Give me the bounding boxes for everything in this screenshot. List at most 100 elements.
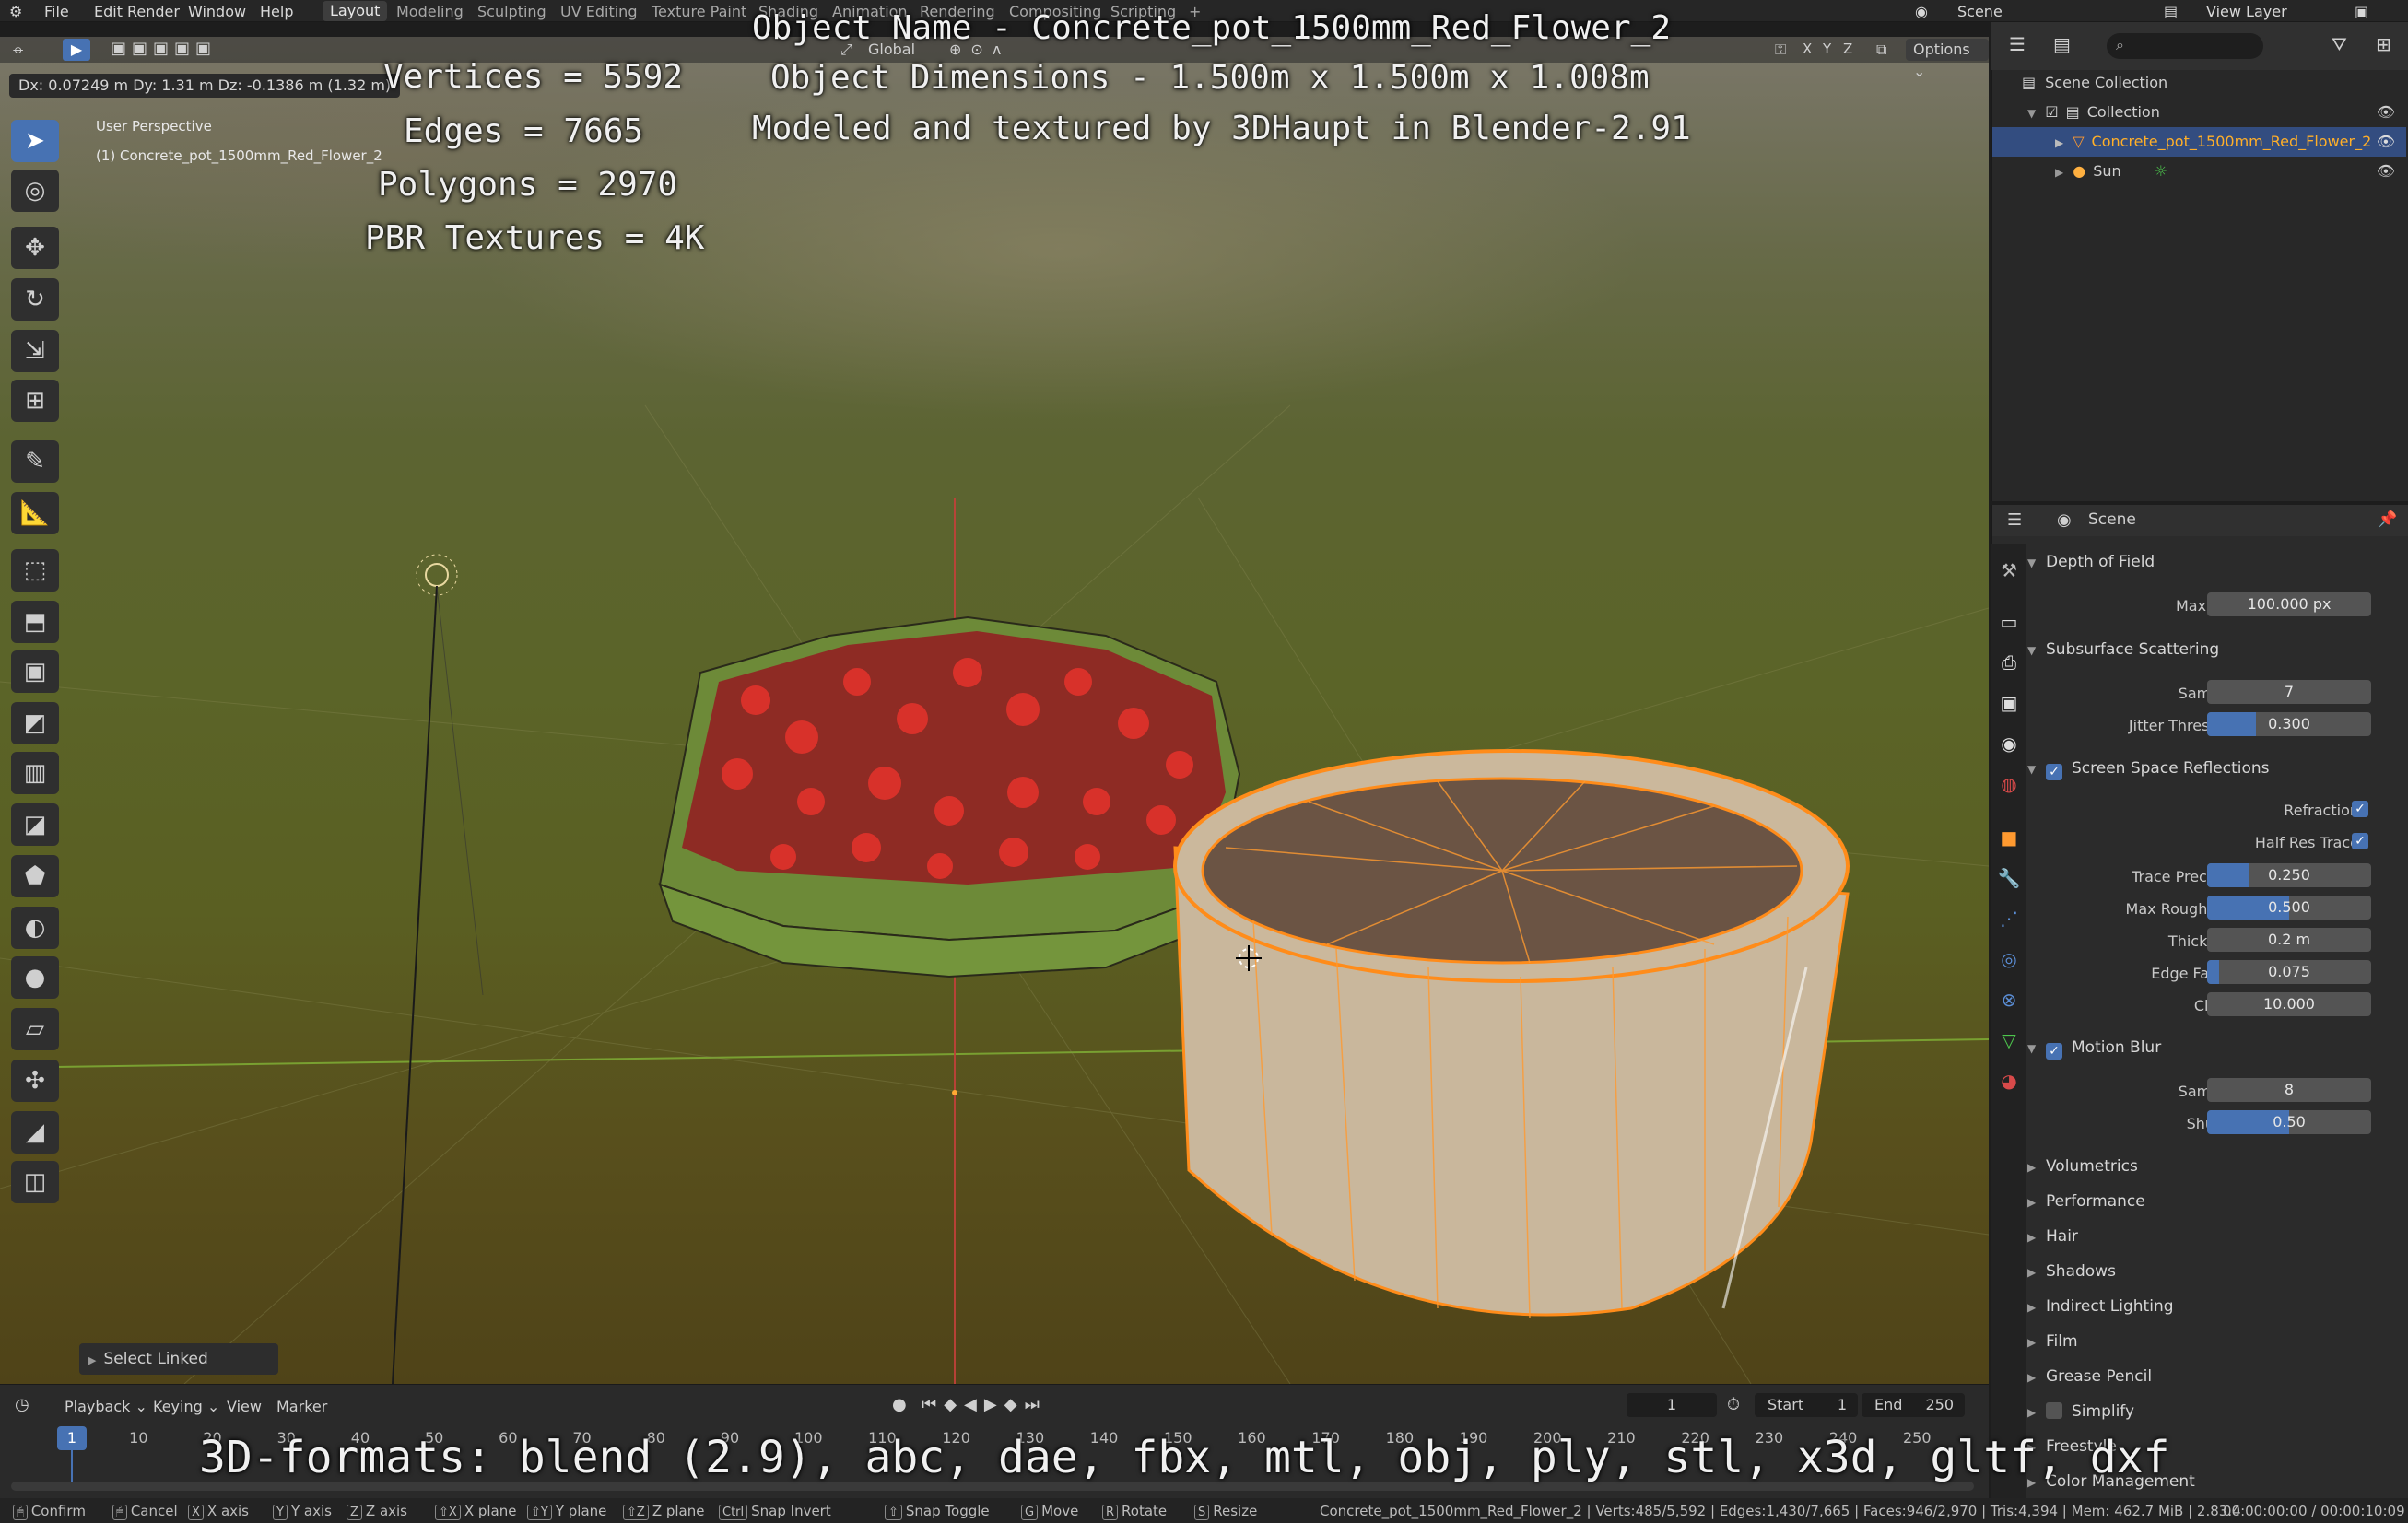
render-tab-icon[interactable]: ▭ [1997,610,2021,634]
menu-window[interactable]: Window [188,3,246,20]
view-layer-selector[interactable]: View Layer [2206,3,2287,20]
mirror-axis-x[interactable]: X [1803,41,1812,57]
loop-cut-tool-icon[interactable]: ▥ [11,752,59,794]
tool-tab-icon[interactable]: ⚒ [1997,558,2021,582]
section-motion-blur[interactable]: ▼ ✓ Motion Blur [2027,1032,2405,1063]
scene-icon[interactable]: ◉ [1915,3,1928,20]
motion-blur-checkbox[interactable]: ✓ [2046,1043,2062,1060]
timeline-editor-icon[interactable]: ◷ [15,1395,29,1414]
outliner-item-sun[interactable]: ▶ ● Sun ☼ 👁 [1992,157,2406,186]
outliner-search-input[interactable]: ⌕ [2107,33,2263,59]
ssr-enable-checkbox[interactable]: ✓ [2046,764,2062,780]
material-tab-icon[interactable]: ◕ [1997,1069,2021,1093]
section-depth-of-field[interactable]: ▼ Depth of Field [2027,546,2405,578]
gizmo-icon[interactable]: ⚿ [1775,41,1786,59]
constraints-tab-icon[interactable]: ⊗ [1997,988,2021,1012]
max-size-field[interactable]: 100.000 px [2207,592,2371,616]
select-box-icon[interactable]: ▶ [63,39,90,61]
outliner-item-scene-collection[interactable]: ▤ Scene Collection [1992,68,2406,98]
scene-selector[interactable]: Scene [1957,3,2003,20]
mirror-axis-z[interactable]: Z [1843,41,1852,57]
section-indirect-lighting[interactable]: ▶ Indirect Lighting [2027,1291,2405,1322]
mirror-axis-y[interactable]: Y [1823,41,1831,57]
section-volumetrics[interactable]: ▶ Volumetrics [2027,1151,2405,1182]
outliner-editor-icon[interactable]: ☰ [2009,33,2026,55]
shrink-fatten-tool-icon[interactable]: ✣ [11,1060,59,1102]
menu-edit[interactable]: Edit [94,3,123,20]
blender-logo-icon[interactable]: ⚙ [9,3,22,20]
tab-modeling[interactable]: Modeling [396,3,464,20]
section-subsurface-scattering[interactable]: ▼ Subsurface Scattering [2027,634,2405,665]
section-shadows[interactable]: ▶ Shadows [2027,1256,2405,1287]
section-film[interactable]: ▶ Film [2027,1326,2405,1357]
clamp-field[interactable]: 10.000 [2207,992,2371,1016]
scene-tab-icon[interactable]: ◉ [1997,732,2021,756]
view-layer-tab-icon[interactable]: ▣ [1997,691,2021,715]
cursor-tool-icon[interactable]: ◎ [11,170,59,212]
bevel-tool-icon[interactable]: ◩ [11,702,59,744]
editor-type-icon[interactable]: ⌖ [13,39,23,61]
transform-tool-icon[interactable]: ⊞ [11,380,59,422]
menu-marker[interactable]: Marker [276,1398,327,1415]
display-mode-icon[interactable]: ▤ [2053,33,2071,55]
measure-tool-icon[interactable]: 📐 [11,492,59,534]
tab-texture-paint[interactable]: Texture Paint [652,3,746,20]
rip-tool-icon[interactable]: ◫ [11,1161,59,1203]
smooth-tool-icon[interactable]: ● [11,956,59,999]
object-tab-icon[interactable]: ■ [1997,826,2021,849]
simplify-checkbox[interactable] [2046,1402,2062,1419]
outliner-item-collection[interactable]: ▼ ☑ ▤ Collection 👁 [1992,98,2406,127]
particles-tab-icon[interactable]: ⋰ [1997,907,2021,931]
half-res-trace-checkbox[interactable]: ✓ [2352,833,2368,849]
rotate-tool-icon[interactable]: ↻ [11,278,59,321]
section-grease-pencil[interactable]: ▶ Grease Pencil [2027,1361,2405,1392]
shutter-slider[interactable]: 0.50 [2207,1110,2371,1134]
properties-editor-icon[interactable]: ☰ [2007,510,2022,530]
view-layer-add-icon[interactable]: ▣ [2355,3,2368,20]
menu-file[interactable]: File [44,3,69,20]
refraction-checkbox[interactable]: ✓ [2352,801,2368,817]
3d-viewport[interactable] [0,37,1989,1384]
view-layer-icon[interactable]: ▤ [2164,3,2178,20]
filter-icon[interactable]: ⛛ [2332,33,2347,55]
select-tool-icon[interactable]: ➤ [11,120,59,162]
preview-range-icon[interactable]: ⏱ [1727,1395,1740,1414]
last-operator-panel[interactable]: ▶ Select Linked [79,1343,278,1375]
selection-mode-icons[interactable]: ▣▣▣▣▣ [111,39,217,58]
thickness-field[interactable]: 0.2 m [2207,928,2371,952]
poly-build-tool-icon[interactable]: ⬟ [11,855,59,897]
tab-uv-editing[interactable]: UV Editing [560,3,637,20]
menu-render[interactable]: Render [127,3,180,20]
outliner-item-pot[interactable]: ▶ ▽ Concrete_pot_1500mm_Red_Flower_2 👁 [1992,127,2406,157]
tab-layout[interactable]: Layout [323,1,388,21]
section-performance[interactable]: ▶ Performance [2027,1186,2405,1217]
auto-merge-icon[interactable]: ⧉ [1876,41,1886,59]
playback-controls[interactable]: ⏮◆◀▶◆⏭ [922,1395,1047,1414]
data-tab-icon[interactable]: ▽ [1997,1028,2021,1052]
jitter-threshold-slider[interactable]: 0.300 [2207,712,2371,736]
section-hair[interactable]: ▶ Hair [2027,1221,2405,1252]
edge-slide-tool-icon[interactable]: ▱ [11,1008,59,1050]
mb-samples-field[interactable]: 8 [2207,1078,2371,1102]
annotate-tool-icon[interactable]: ✎ [11,440,59,483]
world-tab-icon[interactable]: ◍ [1997,772,2021,796]
options-dropdown[interactable]: Options ⌄ [1906,39,1989,80]
new-collection-icon[interactable]: ⊞ [2376,33,2391,55]
move-tool-icon[interactable]: ✥ [11,227,59,269]
pin-icon[interactable]: 📌 [2378,510,2397,529]
tab-sculpting[interactable]: Sculpting [477,3,546,20]
add-cube-tool-icon[interactable]: ⬚ [11,549,59,592]
start-frame-field[interactable]: Start 1 [1755,1393,1858,1417]
output-tab-icon[interactable]: ⎙ [1997,650,2021,674]
end-frame-field[interactable]: End 250 [1862,1393,1965,1417]
menu-help[interactable]: Help [260,3,293,20]
scale-tool-icon[interactable]: ⇲ [11,330,59,372]
section-screen-space-reflections[interactable]: ▼ ✓ Screen Space Reflections [2027,753,2405,784]
trace-precision-slider[interactable]: 0.250 [2207,863,2371,887]
menu-keying[interactable]: Keying ⌄ [153,1398,219,1415]
record-icon[interactable]: ● [892,1395,907,1414]
menu-playback[interactable]: Playback ⌄ [65,1398,147,1415]
playhead[interactable]: 1 [57,1426,87,1450]
modifier-tab-icon[interactable]: 🔧 [1997,866,2021,890]
spin-tool-icon[interactable]: ◐ [11,907,59,949]
